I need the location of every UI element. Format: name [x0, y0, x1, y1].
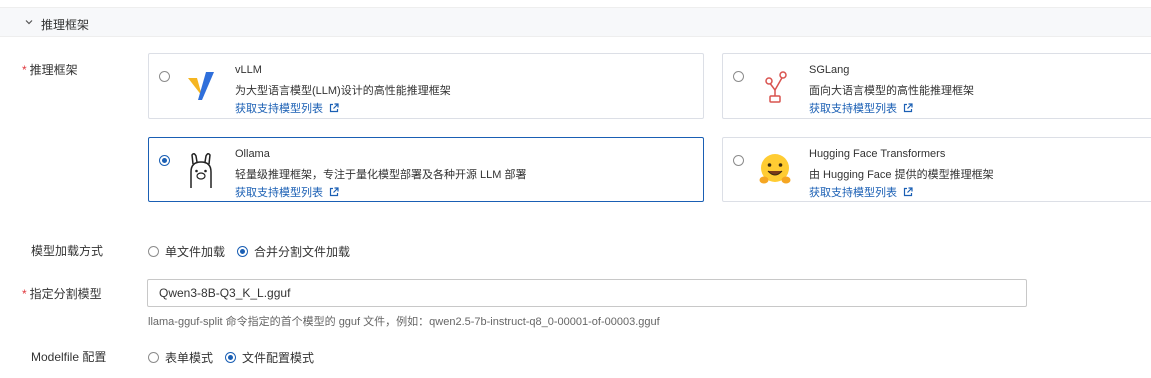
framework-description: 轻量级推理框架，专注于量化模型部署及各种开源 LLM 部署: [235, 169, 527, 181]
section-header-inference-framework[interactable]: 推理框架: [0, 7, 1151, 37]
framework-card-sglang[interactable]: SGLang 面向大语言模型的高性能推理框架 获取支持模型列表: [722, 53, 1151, 119]
required-asterisk: *: [22, 287, 27, 301]
modelfile-option-form-mode[interactable]: 表单模式: [148, 349, 213, 366]
framework-name: Ollama: [235, 148, 270, 160]
load-method-option-single-file[interactable]: 单文件加载: [148, 243, 225, 260]
external-link-icon: [329, 187, 339, 197]
framework-card-hugging-face[interactable]: Hugging Face Transformers 由 Hugging Face…: [722, 137, 1151, 202]
radio-button[interactable]: [148, 352, 159, 363]
load-method-label: 模型加载方式: [31, 244, 104, 258]
framework-label: * 推理框架: [22, 63, 78, 77]
framework-radio-ollama[interactable]: [159, 155, 170, 166]
framework-name: Hugging Face Transformers: [809, 148, 946, 160]
supported-models-link[interactable]: 获取支持模型列表: [235, 100, 339, 116]
sglang-logo-icon: [765, 71, 787, 103]
vllm-logo-icon: [188, 72, 214, 100]
supported-models-link[interactable]: 获取支持模型列表: [809, 100, 913, 116]
modelfile-config-label: Modelfile 配置: [31, 350, 107, 364]
chevron-down-icon[interactable]: [23, 16, 35, 28]
split-model-label: * 指定分割模型: [22, 287, 102, 301]
hugging-face-logo-icon: [759, 154, 791, 184]
external-link-icon: [903, 103, 913, 113]
framework-radio-hugging-face[interactable]: [733, 155, 744, 166]
load-method-radio-group: 单文件加载 合并分割文件加载: [148, 243, 362, 260]
ollama-logo-icon: [190, 152, 212, 188]
framework-radio-vllm[interactable]: [159, 71, 170, 82]
radio-button[interactable]: [237, 246, 249, 257]
split-model-input[interactable]: Qwen3-8B-Q3_K_L.gguf: [147, 279, 1027, 307]
framework-name: vLLM: [235, 64, 262, 76]
framework-name: SGLang: [809, 64, 850, 76]
framework-description: 由 Hugging Face 提供的模型推理框架: [809, 169, 994, 181]
supported-models-link[interactable]: 获取支持模型列表: [235, 184, 339, 200]
framework-radio-sglang[interactable]: [733, 71, 744, 82]
supported-models-link[interactable]: 获取支持模型列表: [809, 184, 913, 200]
external-link-icon: [903, 187, 913, 197]
external-link-icon: [329, 103, 339, 113]
required-asterisk: *: [22, 63, 27, 77]
load-method-option-merge-split[interactable]: 合并分割文件加载: [237, 243, 350, 260]
framework-description: 为大型语言模型(LLM)设计的高性能推理框架: [235, 85, 451, 97]
framework-description: 面向大语言模型的高性能推理框架: [809, 85, 974, 97]
split-model-help-text: llama-gguf-split 命令指定的首个模型的 gguf 文件，例如：q…: [148, 316, 660, 328]
framework-card-ollama[interactable]: Ollama 轻量级推理框架，专注于量化模型部署及各种开源 LLM 部署 获取支…: [148, 137, 704, 202]
framework-card-vllm[interactable]: vLLM 为大型语言模型(LLM)设计的高性能推理框架 获取支持模型列表: [148, 53, 704, 119]
radio-button[interactable]: [225, 352, 237, 363]
radio-button[interactable]: [148, 246, 159, 257]
modelfile-config-radio-group: 表单模式 文件配置模式: [148, 349, 326, 366]
section-title: 推理框架: [41, 18, 90, 32]
modelfile-option-file-config-mode[interactable]: 文件配置模式: [225, 349, 314, 366]
